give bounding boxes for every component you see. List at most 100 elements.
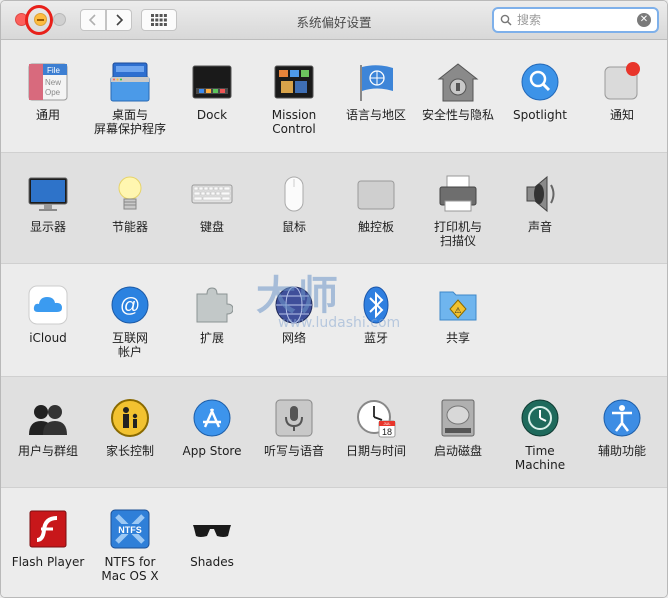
pref-accessibility[interactable]: 辅助功能 — [581, 397, 663, 458]
pref-label: 日期与时间 — [345, 444, 406, 458]
startup-disk-icon — [437, 397, 479, 439]
section-internet: iCloud @ 互联网 帐户 扩展 网络 蓝牙 ⚠ 共享 — [1, 264, 667, 376]
forward-button[interactable] — [106, 9, 132, 31]
flash-player-icon — [27, 508, 69, 550]
pref-trackpad[interactable]: 触控板 — [335, 173, 417, 234]
pref-label: 键盘 — [199, 220, 224, 234]
sound-icon — [519, 173, 561, 215]
pref-network[interactable]: 网络 — [253, 284, 335, 345]
pref-extensions[interactable]: 扩展 — [171, 284, 253, 345]
pref-label: 桌面与 屏幕保护程序 — [93, 108, 166, 136]
pref-startup-disk[interactable]: 启动磁盘 — [417, 397, 499, 458]
pref-label: 显示器 — [29, 220, 66, 234]
pref-parental-controls[interactable]: 家长控制 — [89, 397, 171, 458]
pref-flash-player[interactable]: Flash Player — [7, 508, 89, 569]
pref-users-groups[interactable]: 用户与群组 — [7, 397, 89, 458]
pref-icloud[interactable]: iCloud — [7, 284, 89, 345]
users-groups-icon — [27, 397, 69, 439]
date-time-icon: JUL 18 — [355, 397, 397, 439]
pref-security-privacy[interactable]: 安全性与隐私 — [417, 61, 499, 122]
pref-sound[interactable]: 声音 — [499, 173, 581, 234]
back-button[interactable] — [80, 9, 106, 31]
security-privacy-icon — [437, 61, 479, 103]
pref-mouse[interactable]: 鼠标 — [253, 173, 335, 234]
general-icon-file-text: File — [47, 66, 60, 75]
pref-keyboard[interactable]: 键盘 — [171, 173, 253, 234]
svg-text:⚠: ⚠ — [454, 306, 461, 315]
zoom-window-button[interactable] — [53, 13, 66, 26]
pref-label: 打印机与 扫描仪 — [433, 220, 482, 248]
search-input[interactable] — [517, 13, 627, 27]
pref-notifications[interactable]: 通知 — [581, 61, 663, 122]
pref-label: 安全性与隐私 — [421, 108, 494, 122]
time-machine-icon — [519, 397, 561, 439]
pref-app-store[interactable]: App Store — [171, 397, 253, 458]
pref-label: Shades — [190, 555, 234, 569]
sharing-icon: ⚠ — [437, 284, 479, 326]
pref-label: 辅助功能 — [597, 444, 646, 458]
icloud-icon — [27, 284, 69, 326]
clear-search-icon[interactable]: ✕ — [637, 13, 651, 27]
network-icon — [273, 284, 315, 326]
pref-time-machine[interactable]: Time Machine — [499, 397, 581, 472]
pref-label: 声音 — [527, 220, 552, 234]
calendar-month-text: JUL — [383, 421, 391, 426]
pref-bluetooth[interactable]: 蓝牙 — [335, 284, 417, 345]
parental-controls-icon — [109, 397, 151, 439]
trackpad-icon — [355, 173, 397, 215]
pref-label: Spotlight — [513, 108, 567, 122]
general-icon: File New Ope — [27, 61, 69, 103]
pref-label: 通用 — [35, 108, 60, 122]
pref-spotlight[interactable]: Spotlight — [499, 61, 581, 122]
bluetooth-icon — [355, 284, 397, 326]
close-window-button[interactable] — [15, 13, 28, 26]
pref-label: 家长控制 — [105, 444, 154, 458]
pref-label: 节能器 — [111, 220, 148, 234]
search-field[interactable]: ✕ — [492, 7, 659, 33]
calendar-day-text: 18 — [382, 427, 392, 437]
keyboard-icon — [191, 173, 233, 215]
ntfs-icon: NTFS — [109, 508, 151, 550]
spotlight-icon — [519, 61, 561, 103]
pref-dictation-speech[interactable]: 听写与语音 — [253, 397, 335, 458]
minimize-window-button[interactable] — [34, 13, 47, 26]
pref-label: 听写与语音 — [263, 444, 324, 458]
pref-shades[interactable]: Shades — [171, 508, 253, 569]
language-region-icon — [355, 61, 397, 103]
pref-label: 蓝牙 — [363, 331, 388, 345]
accessibility-icon — [601, 397, 643, 439]
pref-general[interactable]: File New Ope 通用 — [7, 61, 89, 122]
dictation-speech-icon — [273, 397, 315, 439]
pref-desktop-screensaver[interactable]: 桌面与 屏幕保护程序 — [89, 61, 171, 136]
pref-label: 扩展 — [199, 331, 224, 345]
pref-date-time[interactable]: JUL 18 日期与时间 — [335, 397, 417, 458]
displays-icon — [27, 173, 69, 215]
pref-label: 语言与地区 — [345, 108, 406, 122]
printers-scanners-icon — [437, 173, 479, 215]
internet-accounts-icon: @ — [109, 284, 151, 326]
pref-printers-scanners[interactable]: 打印机与 扫描仪 — [417, 173, 499, 248]
show-all-button[interactable] — [141, 9, 177, 31]
extensions-icon — [191, 284, 234, 326]
pref-internet-accounts[interactable]: @ 互联网 帐户 — [89, 284, 171, 359]
pref-label: Time Machine — [514, 444, 566, 472]
section-other: Flash Player NTFS NTFS for Mac OS X Shad… — [1, 488, 667, 597]
pref-ntfs[interactable]: NTFS NTFS for Mac OS X — [89, 508, 171, 583]
pref-label: 用户与群组 — [17, 444, 78, 458]
pref-label: 互联网 帐户 — [111, 331, 148, 359]
pref-displays[interactable]: 显示器 — [7, 173, 89, 234]
section-hardware: 显示器 节能器 键盘 鼠标 触控板 打印机与 扫描仪 声音 — [1, 152, 667, 264]
pref-sharing[interactable]: ⚠ 共享 — [417, 284, 499, 345]
grid-icon — [151, 14, 167, 26]
energy-saver-icon — [109, 173, 151, 215]
dock-icon — [191, 61, 233, 103]
pref-dock[interactable]: Dock — [171, 61, 253, 122]
pref-language-region[interactable]: 语言与地区 — [335, 61, 417, 122]
pref-label: 鼠标 — [281, 220, 306, 234]
section-personal: File New Ope 通用 桌面与 屏幕保护程序 Dock Mission … — [1, 41, 667, 153]
general-icon-open-text: Ope — [45, 88, 61, 97]
title-bar: 系统偏好设置 ✕ — [1, 1, 667, 40]
pref-mission-control[interactable]: Mission Control — [253, 61, 335, 136]
pref-label: 通知 — [609, 108, 634, 122]
pref-energy-saver[interactable]: 节能器 — [89, 173, 171, 234]
